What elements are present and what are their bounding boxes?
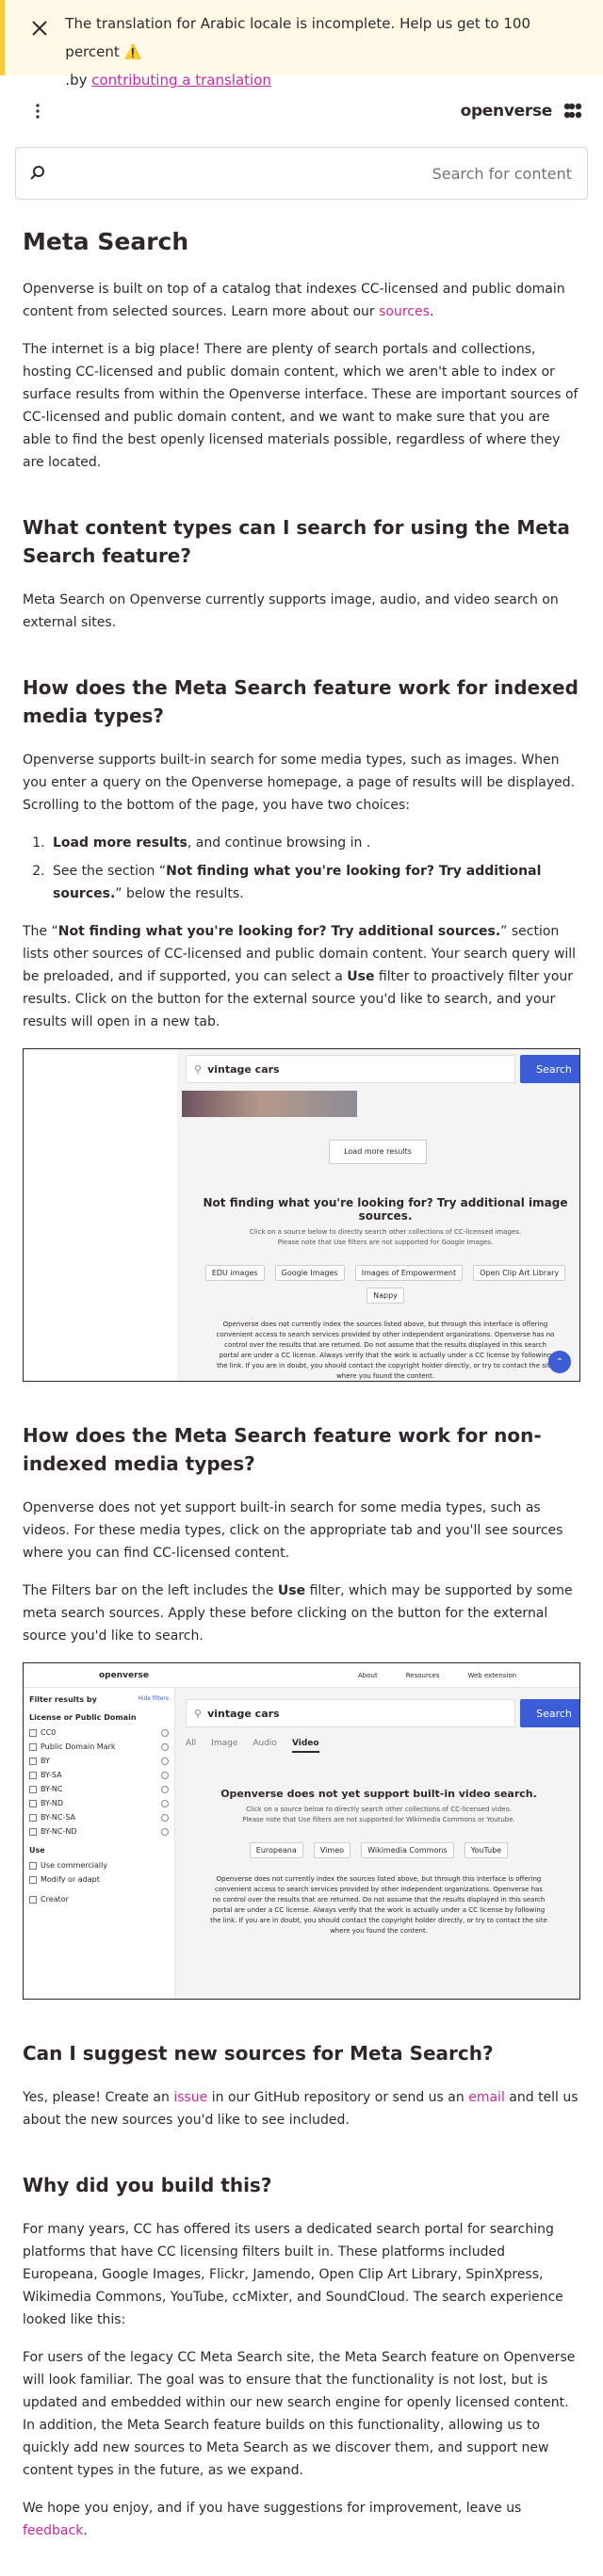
heading-content-types: What content types can I search for usin…	[23, 516, 570, 567]
nav-item: Resources	[405, 1671, 440, 1679]
close-icon	[32, 21, 47, 36]
search-icon: ⚲	[194, 1062, 203, 1076]
intro-paragraph-2: The internet is a big place! There are p…	[23, 342, 579, 470]
list-item: Load more results, and continue browsing…	[49, 832, 580, 854]
issue-link[interactable]: issue	[173, 2090, 207, 2105]
feedback-link[interactable]: feedback	[23, 2523, 83, 2538]
license-filter: BY-SA	[29, 1768, 169, 1782]
license-filter: BY-NC-ND	[29, 1824, 169, 1839]
disclaimer-text: Openverse does not currently index the s…	[216, 1320, 555, 1380]
source-chip: Nappy	[367, 1288, 404, 1304]
screenshot-video-search: openverse About Resources Web extension …	[23, 1662, 580, 2000]
search-bar[interactable]: Search for content	[15, 147, 588, 200]
heading-suggest: Can I suggest new sources for Meta Searc…	[23, 2042, 494, 2065]
screenshot-heading-block: Not finding what you're looking for? Try…	[182, 1196, 579, 1381]
license-filter: BY-ND	[29, 1796, 169, 1810]
search-icon	[30, 166, 44, 180]
sources-link[interactable]: sources	[379, 304, 430, 319]
heading-indexed: How does the Meta Search feature work fo…	[23, 676, 579, 727]
license-filter: BY	[29, 1754, 169, 1768]
tab-video: Video	[291, 1739, 319, 1753]
tab-image: Image	[211, 1739, 238, 1748]
nav-item: About	[358, 1671, 378, 1679]
banner-text: The translation for Arabic locale is inc…	[65, 9, 588, 89]
tab-all: All	[186, 1739, 197, 1748]
license-filter: BY-NC	[29, 1782, 169, 1796]
creator-filter: Creator	[29, 1892, 169, 1906]
indexed-paragraph-2: The “Not finding what you're looking for…	[23, 924, 577, 1029]
media-tabs: All Image Audio Video	[186, 1739, 319, 1753]
intro-paragraph: Openverse is built on top of a catalog t…	[23, 282, 565, 319]
contribute-translation-link[interactable]: contributing a translation	[91, 72, 271, 89]
indexed-paragraph: Openverse supports built-in search for s…	[23, 753, 576, 813]
why-paragraph: For many years, CC has offered its users…	[23, 2222, 563, 2327]
openverse-logo-icon	[563, 103, 582, 119]
scroll-to-top-icon: ⌃	[548, 1351, 571, 1373]
license-filter: CC0	[29, 1725, 169, 1740]
banner-by: .by	[65, 72, 88, 89]
search-input[interactable]: Search for content	[46, 165, 572, 183]
outro-paragraph: We hope you enjoy, and if you have sugge…	[23, 2501, 522, 2538]
email-link[interactable]: email	[468, 2090, 505, 2105]
non-indexed-paragraph: Openverse does not yet support built-in …	[23, 1500, 563, 1561]
menu-button[interactable]	[23, 96, 53, 126]
list-item: See the section “Not finding what you're…	[49, 860, 580, 905]
source-chip: Vimeo	[313, 1842, 351, 1858]
source-chip: EDU images	[204, 1265, 265, 1281]
screenshot-search-button: Search	[520, 1055, 579, 1083]
source-chip: Open Clip Art Library	[473, 1265, 566, 1281]
license-filter: BY-NC-SA	[29, 1810, 169, 1824]
nav-item: Web extension	[467, 1671, 517, 1679]
use-filter: Modify or adapt	[29, 1872, 169, 1887]
page-title: Meta Search	[23, 228, 189, 255]
source-chip: Wikimedia Commons	[361, 1842, 454, 1858]
license-filter: Public Domain Mark	[29, 1740, 169, 1754]
load-more-button: Load more results	[329, 1140, 427, 1164]
disclaimer-text: Openverse does not currently index the s…	[210, 1875, 547, 1935]
search-icon: ⚲	[194, 1707, 203, 1720]
close-banner-button[interactable]	[22, 9, 57, 47]
suggest-paragraph: Yes, please! Create an issue in our GitH…	[23, 2090, 579, 2128]
source-chip: Europeana	[249, 1842, 303, 1858]
more-vertical-icon	[36, 104, 40, 119]
source-chip: Google Images	[274, 1265, 345, 1281]
screenshot-sidebar	[24, 1049, 177, 1381]
screenshot-heading-block: Openverse does not yet support built-in …	[182, 1788, 576, 1936]
brand-logo[interactable]: openverse	[461, 102, 582, 121]
heading-non-indexed: How does the Meta Search feature work fo…	[23, 1424, 542, 1475]
why-paragraph-2: For users of the legacy CC Meta Search s…	[23, 2350, 576, 2478]
screenshot-search-button: Search	[520, 1699, 579, 1727]
source-chip: Images of Empowerment	[354, 1265, 464, 1281]
screenshot-search-input: ⚲ vintage cars	[186, 1055, 515, 1083]
screenshot-brand: openverse	[99, 1670, 150, 1680]
source-chips: Europeana Vimeo Wikimedia Commons YouTub…	[182, 1839, 576, 1861]
screenshot-image-search: ⚲ vintage cars Search Load more results …	[23, 1048, 580, 1382]
source-chips: EDU images Google Images Images of Empow…	[182, 1261, 579, 1306]
choices-list: Load more results, and continue browsing…	[49, 832, 580, 905]
source-chip: YouTube	[464, 1842, 509, 1858]
heading-why: Why did you build this?	[23, 2174, 272, 2196]
screenshot-filters: Filter results by Hide filters License o…	[24, 1688, 175, 1999]
warning-icon: ⚠️	[123, 43, 142, 60]
tab-audio: Audio	[253, 1739, 277, 1748]
filters-paragraph: The Filters bar on the left includes the…	[23, 1583, 573, 1644]
result-image-thumbnail	[182, 1091, 357, 1117]
screenshot-header: openverse About Resources Web extension	[24, 1663, 579, 1688]
main-content: Meta Search Openverse is built on top of…	[0, 200, 603, 2576]
screenshot-search-input: ⚲ vintage cars	[186, 1699, 515, 1727]
content-types-paragraph: Meta Search on Openverse currently suppo…	[23, 592, 559, 630]
use-filter: Use commercially	[29, 1858, 169, 1872]
brand-name: openverse	[460, 102, 553, 121]
translation-banner: The translation for Arabic locale is inc…	[0, 0, 603, 89]
